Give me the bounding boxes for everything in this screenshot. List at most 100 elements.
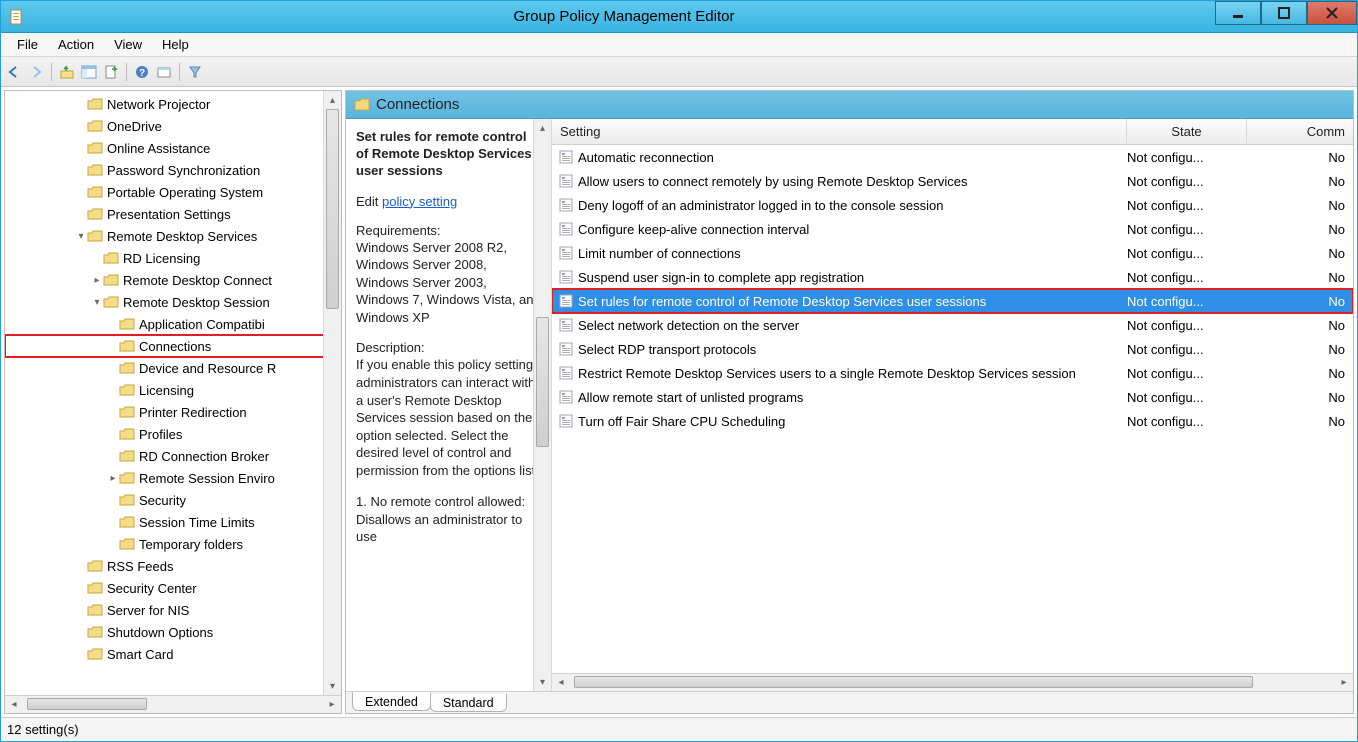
description-label: Description: [356, 340, 541, 355]
tree-item[interactable]: Smart Card [5, 643, 341, 665]
export-list-button[interactable] [102, 63, 120, 81]
expander-icon[interactable]: ▾ [75, 231, 87, 242]
tree-item[interactable]: Portable Operating System [5, 181, 341, 203]
tree-item[interactable]: Online Assistance [5, 137, 341, 159]
properties-button[interactable] [155, 63, 173, 81]
tree-item-label: Portable Operating System [107, 185, 263, 200]
tree-item[interactable]: Session Time Limits [5, 511, 341, 533]
tree-item[interactable]: Shutdown Options [5, 621, 341, 643]
tree-item[interactable]: Temporary folders [5, 533, 341, 555]
tree-item[interactable]: RD Licensing [5, 247, 341, 269]
scroll-thumb[interactable] [27, 698, 147, 710]
column-setting[interactable]: Setting [552, 119, 1127, 144]
cell-setting: Suspend user sign-in to complete app reg… [578, 270, 1127, 285]
column-state[interactable]: State [1127, 119, 1247, 144]
tree-item-label: Shutdown Options [107, 625, 213, 640]
tree-item[interactable]: Presentation Settings [5, 203, 341, 225]
list-row[interactable]: Turn off Fair Share CPU SchedulingNot co… [552, 409, 1353, 433]
menu-action[interactable]: Action [48, 35, 104, 54]
scroll-thumb[interactable] [574, 676, 1253, 688]
maximize-button[interactable] [1261, 1, 1307, 25]
tree-item[interactable]: RSS Feeds [5, 555, 341, 577]
minimize-button[interactable] [1215, 1, 1261, 25]
description-scrollbar[interactable]: ▴ ▾ [533, 119, 551, 691]
tree-horizontal-scrollbar[interactable]: ◂ ▸ [5, 695, 341, 713]
scroll-up-icon[interactable]: ▴ [324, 91, 341, 109]
tree-item[interactable]: Application Compatibi [5, 313, 341, 335]
menu-view[interactable]: View [104, 35, 152, 54]
tree-item[interactable]: ▸Remote Session Enviro [5, 467, 341, 489]
back-button[interactable] [5, 63, 23, 81]
tree-item[interactable]: Password Synchronization [5, 159, 341, 181]
list-row[interactable]: Set rules for remote control of Remote D… [552, 289, 1353, 313]
cell-comment: No [1247, 150, 1353, 165]
list-row[interactable]: Suspend user sign-in to complete app reg… [552, 265, 1353, 289]
tree-item[interactable]: Device and Resource R [5, 357, 341, 379]
scroll-right-icon[interactable]: ▸ [1335, 677, 1353, 688]
tree-item[interactable]: Licensing [5, 379, 341, 401]
cell-state: Not configu... [1127, 198, 1247, 213]
list-row[interactable]: Allow remote start of unlisted programsN… [552, 385, 1353, 409]
scroll-left-icon[interactable]: ◂ [552, 677, 570, 688]
expander-icon[interactable]: ▸ [107, 473, 119, 484]
scroll-up-icon[interactable]: ▴ [534, 119, 551, 137]
tab-extended[interactable]: Extended [352, 692, 431, 711]
expander-icon[interactable]: ▾ [91, 297, 103, 308]
cell-setting: Allow users to connect remotely by using… [578, 174, 1127, 189]
description-more: 1. No remote control allowed: Disallows … [356, 493, 541, 546]
menu-bar: File Action View Help [1, 33, 1357, 57]
list-row[interactable]: Restrict Remote Desktop Services users t… [552, 361, 1353, 385]
menu-help[interactable]: Help [152, 35, 199, 54]
list-row[interactable]: Select RDP transport protocolsNot config… [552, 337, 1353, 361]
list-row[interactable]: Allow users to connect remotely by using… [552, 169, 1353, 193]
edit-policy-link[interactable]: policy setting [382, 194, 457, 209]
cell-state: Not configu... [1127, 246, 1247, 261]
tree-item-label: Security [139, 493, 186, 508]
tab-standard[interactable]: Standard [430, 694, 507, 712]
list-row[interactable]: Deny logoff of an administrator logged i… [552, 193, 1353, 217]
toolbar: ? [1, 57, 1357, 87]
list-row[interactable]: Select network detection on the serverNo… [552, 313, 1353, 337]
scroll-left-icon[interactable]: ◂ [5, 699, 23, 710]
list-horizontal-scrollbar[interactable]: ◂ ▸ [552, 673, 1353, 691]
setting-icon [558, 341, 574, 357]
filter-button[interactable] [186, 63, 204, 81]
tree-item[interactable]: Server for NIS [5, 599, 341, 621]
scroll-right-icon[interactable]: ▸ [323, 699, 341, 710]
scroll-thumb[interactable] [326, 109, 339, 309]
folder-icon [354, 98, 370, 112]
show-hide-tree-button[interactable] [80, 63, 98, 81]
scroll-thumb[interactable] [536, 317, 549, 447]
help-button[interactable]: ? [133, 63, 151, 81]
tree-item[interactable]: ▾Remote Desktop Session [5, 291, 341, 313]
list-row[interactable]: Limit number of connectionsNot configu..… [552, 241, 1353, 265]
forward-button[interactable] [27, 63, 45, 81]
up-level-button[interactable] [58, 63, 76, 81]
close-button[interactable] [1307, 1, 1357, 25]
scroll-down-icon[interactable]: ▾ [324, 677, 341, 695]
tree-item[interactable]: RD Connection Broker [5, 445, 341, 467]
tree-item[interactable]: OneDrive [5, 115, 341, 137]
list-row[interactable]: Configure keep-alive connection interval… [552, 217, 1353, 241]
setting-icon [558, 197, 574, 213]
folder-icon [87, 207, 103, 221]
setting-icon [558, 389, 574, 405]
cell-comment: No [1247, 390, 1353, 405]
menu-file[interactable]: File [7, 35, 48, 54]
tree-scroll[interactable]: Network ProjectorOneDriveOnline Assistan… [5, 91, 341, 695]
column-comment[interactable]: Comm [1247, 119, 1353, 144]
tree-item[interactable]: Connections [5, 335, 341, 357]
svg-text:?: ? [139, 68, 145, 79]
tree-vertical-scrollbar[interactable]: ▴ ▾ [323, 91, 341, 695]
cell-setting: Deny logoff of an administrator logged i… [578, 198, 1127, 213]
tree-item[interactable]: Network Projector [5, 93, 341, 115]
tree-item[interactable]: Printer Redirection [5, 401, 341, 423]
tree-item[interactable]: Security [5, 489, 341, 511]
tree-item[interactable]: ▾Remote Desktop Services [5, 225, 341, 247]
tree-item[interactable]: ▸Remote Desktop Connect [5, 269, 341, 291]
scroll-down-icon[interactable]: ▾ [534, 673, 551, 691]
expander-icon[interactable]: ▸ [91, 275, 103, 286]
tree-item[interactable]: Profiles [5, 423, 341, 445]
tree-item[interactable]: Security Center [5, 577, 341, 599]
list-row[interactable]: Automatic reconnectionNot configu...No [552, 145, 1353, 169]
